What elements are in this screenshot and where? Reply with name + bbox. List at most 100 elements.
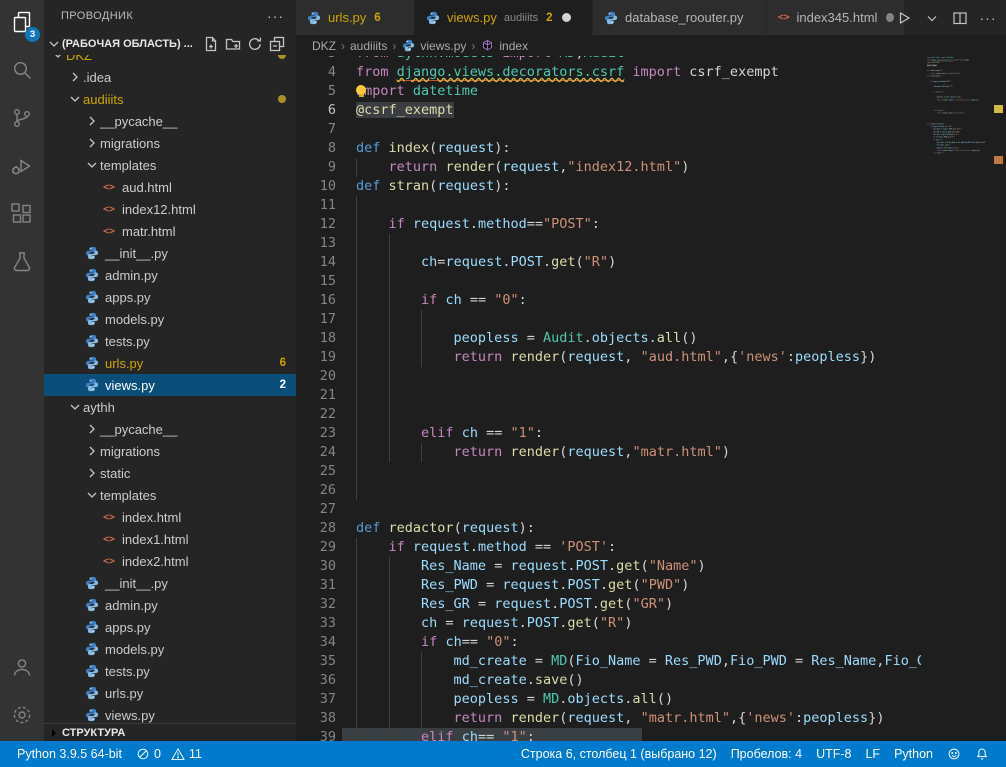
tree-item-index2-html[interactable]: <>index2.html — [44, 550, 296, 572]
tree-item-index12-html[interactable]: <>index12.html — [44, 198, 296, 220]
code-line-37[interactable]: 37 peopless = MD.objects.all() — [296, 690, 921, 709]
status-indentation[interactable]: Пробелов: 4 — [724, 741, 809, 767]
workspace-section-header[interactable]: (РАБОЧАЯ ОБЛАСТЬ) ... — [44, 32, 296, 55]
code-line-21[interactable]: 21 — [296, 386, 921, 405]
collapse-all-button[interactable] — [266, 34, 288, 54]
tree-item-apps-py[interactable]: apps.py — [44, 286, 296, 308]
code-line-25[interactable]: 25 — [296, 462, 921, 481]
overview-ruler-scrollbar[interactable] — [990, 56, 1006, 741]
code-line-32[interactable]: 32 Res_GR = request.POST.get("GR") — [296, 595, 921, 614]
code-line-6[interactable]: 6@csrf_exempt — [296, 101, 921, 120]
code-line-19[interactable]: 19 return render(request, "aud.html",{'n… — [296, 348, 921, 367]
breadcrumb-item-views-py[interactable]: views.py — [401, 38, 466, 53]
status-notifications[interactable] — [968, 741, 996, 767]
tree-item-templates[interactable]: templates — [44, 484, 296, 506]
code-line-5[interactable]: 5import datetime — [296, 82, 921, 101]
code-line-28[interactable]: 28def redactor(request): — [296, 519, 921, 538]
code-line-12[interactable]: 12 if request.method=="POST": — [296, 215, 921, 234]
tree-item-index-html[interactable]: <>index.html — [44, 506, 296, 528]
code-line-20[interactable]: 20 — [296, 367, 921, 386]
code-line-19[interactable]: return render(request, "aud.html",{'news… — [921, 99, 984, 102]
code-line-30[interactable]: 30 Res_Name = request.POST.get("Name") — [296, 557, 921, 576]
activity-item-source-control[interactable] — [0, 96, 44, 144]
code-line-22[interactable]: 22 — [296, 405, 921, 424]
code-editor[interactable]: 3from aythh.models import MD,Audit4from … — [296, 56, 1006, 741]
tab-urls-py[interactable]: urls.py6 — [296, 0, 415, 35]
code-line-10[interactable]: def stran(request): — [921, 75, 984, 78]
tree-item-urls-py[interactable]: urls.py6 — [44, 352, 296, 374]
status-problems[interactable]: 011 — [129, 741, 209, 767]
activity-item-testing[interactable] — [0, 240, 44, 288]
tree-item-models-py[interactable]: models.py — [44, 308, 296, 330]
tree-item-urls-py[interactable]: urls.py — [44, 682, 296, 704]
tree-item-aythh[interactable]: aythh — [44, 396, 296, 418]
new-folder-button[interactable] — [222, 34, 244, 54]
code-line-9[interactable]: 9 return render(request,"index12.html") — [296, 158, 921, 177]
minimap[interactable]: from aythh.models import MD,Auditfrom dj… — [921, 56, 985, 741]
tree-item--init-py[interactable]: __init__.py — [44, 242, 296, 264]
activity-item-account[interactable] — [0, 645, 44, 693]
tree-item--init-py[interactable]: __init__.py — [44, 572, 296, 594]
code-line-23[interactable]: 23 elif ch == "1": — [296, 424, 921, 443]
code-line-6[interactable]: @csrf_exempt — [921, 64, 984, 67]
status-eol[interactable]: LF — [858, 741, 887, 767]
tree-item-static[interactable]: static — [44, 462, 296, 484]
code-line-3[interactable]: 3from aythh.models import MD,Audit — [296, 56, 921, 63]
code-line-8[interactable]: 8def index(request): — [296, 139, 921, 158]
code-line-35[interactable]: 35 md_create = MD(Fio_Name = Res_PWD,Fio… — [296, 652, 921, 671]
tree-item-tests-py[interactable]: tests.py — [44, 660, 296, 682]
code-line-31[interactable]: 31 Res_PWD = request.POST.get("PWD") — [296, 576, 921, 595]
tree-item--idea[interactable]: .idea — [44, 66, 296, 88]
code-line-24[interactable]: return render(request,"matr.html") — [921, 112, 984, 115]
code-line-4[interactable]: 4from django.views.decorators.csrf impor… — [296, 63, 921, 82]
tree-item-index1-html[interactable]: <>index1.html — [44, 528, 296, 550]
code-line-16[interactable]: 16 if ch == "0": — [296, 291, 921, 310]
code-line-24[interactable]: 24 return render(request,"matr.html") — [296, 443, 921, 462]
code-line-26[interactable]: 26 — [296, 481, 921, 500]
breadcrumb-item-index[interactable]: index — [480, 38, 528, 53]
run-icon[interactable] — [892, 6, 916, 30]
tree-item-dkz[interactable]: DKZ — [44, 55, 296, 66]
tree-item-audiiits[interactable]: audiiits — [44, 88, 296, 110]
activity-item-run-debug[interactable] — [0, 144, 44, 192]
tree-item-apps-py[interactable]: apps.py — [44, 616, 296, 638]
code-line-7[interactable]: 7 — [296, 120, 921, 139]
activity-item-search[interactable] — [0, 48, 44, 96]
code-line-39[interactable]: 39 elif ch== "1": — [296, 728, 921, 741]
tree-item-tests-py[interactable]: tests.py — [44, 330, 296, 352]
status-encoding[interactable]: UTF-8 — [809, 741, 858, 767]
code-line-38[interactable]: 38 return render(request, "matr.html",{'… — [296, 709, 921, 728]
outline-section-header[interactable]: СТРУКТУРА — [44, 723, 296, 741]
tree-item--pycache-[interactable]: __pycache__ — [44, 110, 296, 132]
code-line-10[interactable]: 10def stran(request): — [296, 177, 921, 196]
code-line-39[interactable]: elif ch== "1": — [921, 152, 984, 155]
tree-item-models-py[interactable]: models.py — [44, 638, 296, 660]
activity-item-extensions[interactable] — [0, 192, 44, 240]
code-line-11[interactable]: 11 — [296, 196, 921, 215]
code-line-14[interactable]: 14 ch=request.POST.get("R") — [296, 253, 921, 272]
tree-item-views-py[interactable]: views.py2 — [44, 374, 296, 396]
tree-item-aud-html[interactable]: <>aud.html — [44, 176, 296, 198]
tree-item--pycache-[interactable]: __pycache__ — [44, 418, 296, 440]
code-line-33[interactable]: 33 ch = request.POST.get("R") — [296, 614, 921, 633]
status-language-mode[interactable]: Python — [887, 741, 940, 767]
explorer-more-actions[interactable]: ··· — [267, 8, 284, 24]
quick-fix-lightbulb-icon[interactable] — [356, 85, 368, 97]
code-line-13[interactable]: 13 — [296, 234, 921, 253]
code-line-36[interactable]: 36 md_create.save() — [296, 671, 921, 690]
dirty-indicator[interactable] — [562, 13, 571, 22]
activity-item-settings[interactable] — [0, 693, 44, 741]
more-actions-icon[interactable]: ··· — [976, 6, 1000, 30]
code-line-16[interactable]: if ch == "0": — [921, 91, 984, 94]
activity-item-explorer[interactable]: 3 — [0, 0, 44, 48]
tree-item-admin-py[interactable]: admin.py — [44, 264, 296, 286]
tree-item-admin-py[interactable]: admin.py — [44, 594, 296, 616]
tree-item-migrations[interactable]: migrations — [44, 440, 296, 462]
run-dropdown-icon[interactable] — [920, 6, 944, 30]
code-line-17[interactable]: 17 — [296, 310, 921, 329]
status-python-interpreter[interactable]: Python 3.9.5 64-bit — [10, 741, 129, 767]
code-line-18[interactable]: 18 peopless = Audit.objects.all() — [296, 329, 921, 348]
breadcrumb-item-audiiits[interactable]: audiiits — [350, 39, 387, 53]
code-line-34[interactable]: 34 if ch== "0": — [296, 633, 921, 652]
code-line-14[interactable]: ch=request.POST.get("R") — [921, 85, 984, 88]
